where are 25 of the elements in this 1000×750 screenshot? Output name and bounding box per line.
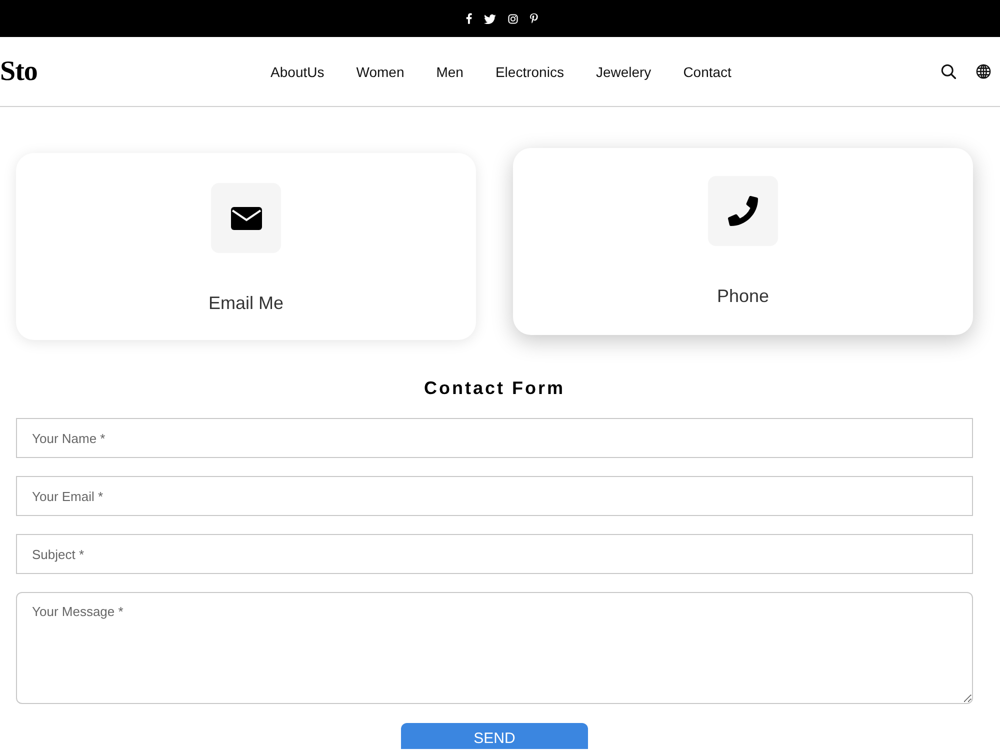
pinterest-icon[interactable] (530, 13, 538, 24)
logo[interactable]: Sto (0, 58, 38, 86)
form-title: Contact Form (423, 378, 566, 398)
nav-link[interactable]: Jewelery (596, 62, 652, 80)
message-field[interactable]: Your Message * (16, 592, 973, 704)
search-icon[interactable] (941, 64, 956, 79)
contact-card[interactable]: Email Me (16, 153, 476, 340)
card-label: Email Me (208, 292, 284, 315)
nav-link[interactable]: Men (436, 62, 464, 80)
nav-link[interactable]: Electronics (495, 62, 564, 80)
send-button[interactable]: SEND (401, 723, 588, 749)
input-field[interactable]: Subject * (16, 534, 973, 574)
envelope-icon (230, 206, 262, 230)
instagram-icon[interactable] (508, 14, 518, 24)
globe-icon[interactable] (976, 64, 991, 79)
twitter-icon[interactable] (484, 14, 496, 24)
contact-card[interactable]: Phone (513, 148, 973, 335)
input-field[interactable]: Your Name * (16, 418, 973, 458)
nav-link[interactable]: Women (356, 62, 404, 80)
card-label: Phone (716, 285, 770, 308)
phone-icon (728, 196, 758, 226)
input-field[interactable]: Your Email * (16, 476, 973, 516)
facebook-icon[interactable] (466, 13, 472, 24)
nav-link[interactable]: Contact (683, 62, 732, 80)
nav-link[interactable]: AboutUs (270, 62, 324, 80)
